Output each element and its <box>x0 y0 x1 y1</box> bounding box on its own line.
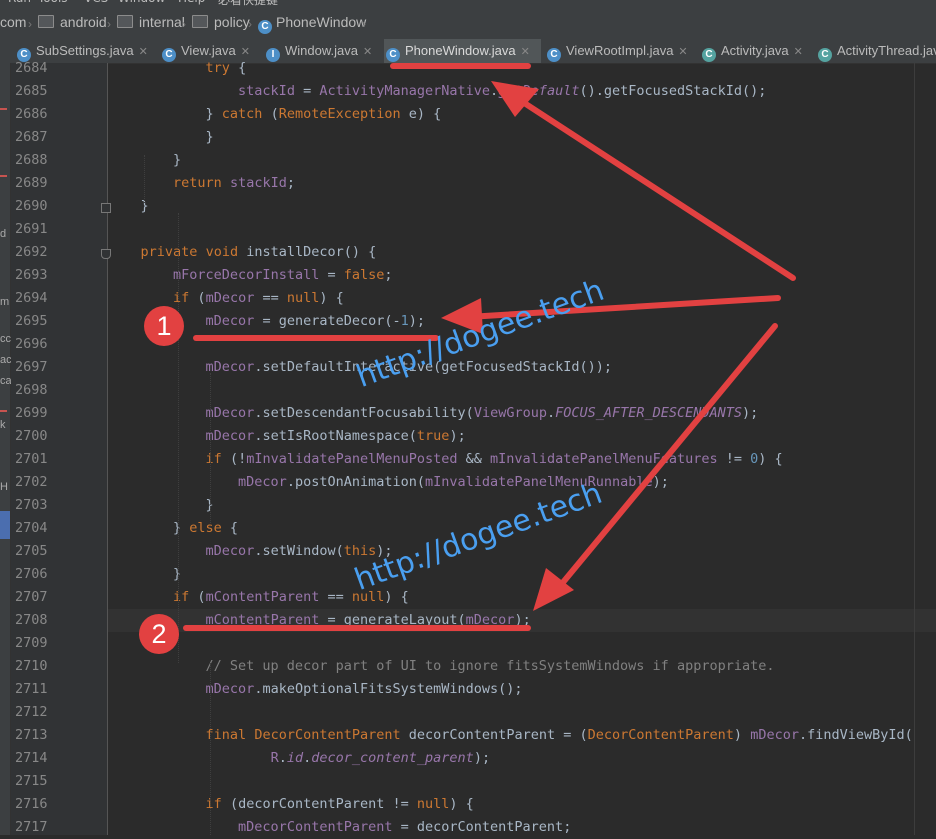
annotation-arrows <box>183 63 796 631</box>
annotation-badge-1: 1 <box>144 306 184 346</box>
arrow-to-tab <box>509 92 796 281</box>
arrowhead-tab <box>491 81 539 117</box>
annotation-badge-2: 2 <box>139 614 179 654</box>
arrow-to-line-2708 <box>557 323 778 589</box>
